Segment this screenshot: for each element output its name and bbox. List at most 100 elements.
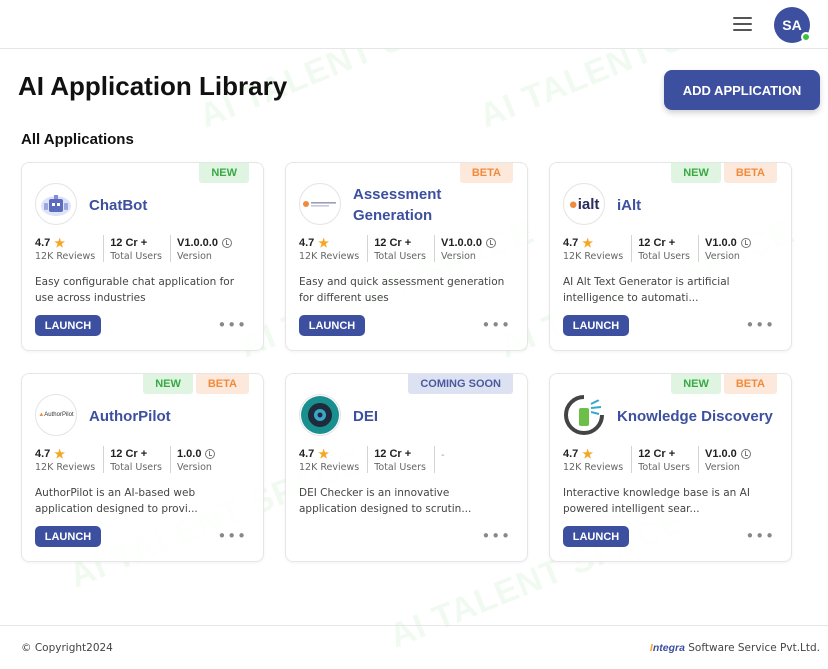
more-options-icon[interactable]: ••• [481,529,511,544]
card-description: Easy configurable chat application for u… [35,274,255,306]
page-title: AI Application Library [18,71,288,101]
launch-button[interactable]: LAUNCH [35,526,101,547]
rating-value: 4.7 [35,236,51,249]
star-icon: ★ [54,446,66,461]
reviews-count: 12K Reviews [563,251,624,262]
more-options-icon[interactable]: ••• [217,529,247,544]
rating-value: 4.7 [35,447,51,460]
description-line: for different uses [299,292,389,304]
more-options-icon[interactable]: ••• [217,318,247,333]
badge-group: COMING SOON [408,374,513,394]
card-stats: 4.7 ★ 12K Reviews 12 Cr + Total Users 1.0… [35,446,229,473]
beta-badge: BETA [723,163,777,183]
history-icon[interactable] [740,237,751,248]
history-icon[interactable] [740,448,751,459]
history-icon[interactable] [221,237,232,248]
badge-group: NEW BETA [143,374,249,394]
rating-value: 4.7 [299,447,315,460]
star-icon: ★ [318,446,330,461]
user-avatar[interactable]: SA [774,7,811,43]
history-icon[interactable] [205,448,216,459]
more-options-icon[interactable]: ••• [481,318,511,333]
more-options-icon[interactable]: ••• [745,529,775,544]
app-card-authorpilot: NEW BETA ▲AuthorPilot AuthorPilot 4.7 ★ 1… [21,373,264,562]
users-label: Total Users [110,462,162,473]
description-line: application designed to scrutin... [299,503,472,515]
rating-value: 4.7 [563,447,579,460]
more-options-icon[interactable]: ••• [745,318,775,333]
card-stats: 4.7 ★ 12K Reviews 12 Cr + Total Users - [299,446,459,473]
card-description: AI Alt Text Generator is artificial inte… [563,274,783,306]
new-badge: NEW [671,163,721,183]
card-stats: 4.7 ★ 12K Reviews 12 Cr + Total Users V1.… [563,446,765,473]
version-value: V1.0.0 [705,236,737,249]
reviews-count: 12K Reviews [299,462,360,473]
star-icon: ★ [54,235,66,250]
version-label: Version [177,251,212,262]
company-rest: Software Service Pvt.Ltd. [684,642,820,654]
users-label: Total Users [638,251,690,262]
version-value: V1.0.0.0 [441,236,482,249]
logo-text: ialt [577,195,600,213]
version-label: Version [177,462,212,473]
new-badge: NEW [199,163,249,183]
description-line: powered intelligent sear... [563,503,700,515]
card-title: Assessment Generation [353,184,473,226]
authorpilot-logo-icon: ▲AuthorPilot [35,394,77,436]
users-count: 12 Cr + [638,236,676,249]
card-title: AuthorPilot [89,408,171,425]
company-name: Integra Software Service Pvt.Ltd. [650,642,820,654]
version-label: Version [705,462,740,473]
logo-text: AuthorPilot [44,412,74,418]
version-label: Version [705,251,740,262]
rating-value: 4.7 [563,236,579,249]
users-count: 12 Cr + [374,447,412,460]
assessment-logo-icon [299,183,341,225]
copyright-text: © Copyright2024 [21,642,113,654]
app-card-ialt: NEW BETA ●ialt iAlt 4.7 ★ 12K Reviews 12 … [549,162,792,351]
description-line: Easy and quick assessment generation [299,276,505,288]
card-description: AuthorPilot is an AI-based web applicati… [35,485,255,517]
star-icon: ★ [582,235,594,250]
card-title: Knowledge Discovery [617,408,773,425]
card-description: Easy and quick assessment generation for… [299,274,519,306]
beta-badge: BETA [459,163,513,183]
users-count: 12 Cr + [638,447,676,460]
launch-button[interactable]: LAUNCH [563,315,629,336]
star-icon: ★ [318,235,330,250]
rating-value: 4.7 [299,236,315,249]
launch-button[interactable]: LAUNCH [563,526,629,547]
reviews-count: 12K Reviews [563,462,624,473]
users-label: Total Users [638,462,690,473]
dei-logo-icon [299,394,341,436]
add-application-button[interactable]: ADD APPLICATION [664,70,820,110]
beta-badge: BETA [723,374,777,394]
launch-button[interactable]: LAUNCH [299,315,365,336]
badge-group: NEW [199,163,249,183]
card-stats: 4.7 ★ 12K Reviews 12 Cr + Total Users V1.… [299,235,510,262]
top-bar: SA [0,0,828,49]
description-line: DEI Checker is an innovative [299,487,450,499]
description-line: use across industries [35,292,146,304]
reviews-count: 12K Reviews [299,251,360,262]
coming-soon-badge: COMING SOON [408,374,513,394]
new-badge: NEW [671,374,721,394]
card-title-line: Assessment [353,186,442,203]
history-icon[interactable] [485,237,496,248]
card-title: iAlt [617,197,642,214]
card-title: ChatBot [89,197,148,214]
users-label: Total Users [374,251,426,262]
description-line: intelligence to automati... [563,292,699,304]
version-value: V1.0.0 [705,447,737,460]
company-logo: Integra [650,642,685,654]
beta-badge: BETA [195,374,249,394]
description-line: AI Alt Text Generator is artificial [563,276,730,288]
version-value: 1.0.0 [177,447,202,460]
footer: © Copyright2024 Integra Software Service… [0,625,828,669]
description-line: Easy configurable chat application for [35,276,235,288]
avatar-initials: SA [782,17,802,33]
app-card-assessment-generation: BETA Assessment Generation 4.7 ★ 12K Revi… [285,162,528,351]
hamburger-menu-icon[interactable] [733,17,752,31]
launch-button[interactable]: LAUNCH [35,315,101,336]
card-title-line: Generation [353,207,433,224]
